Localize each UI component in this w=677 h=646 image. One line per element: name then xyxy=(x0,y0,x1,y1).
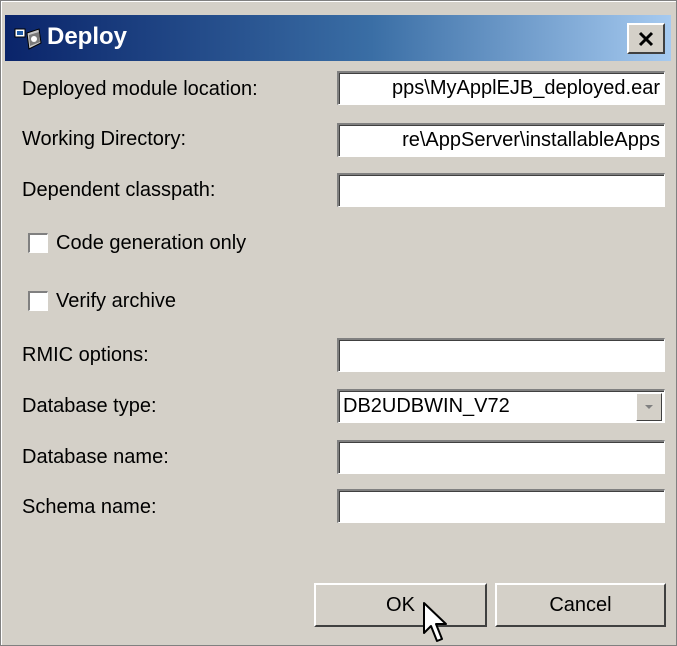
cancel-button[interactable]: Cancel xyxy=(495,583,666,627)
database-type-select[interactable]: DB2UDBWIN_V72 xyxy=(337,389,665,423)
deployed-module-location-label: Deployed module location: xyxy=(22,78,258,100)
chevron-down-icon xyxy=(645,405,653,409)
deploy-dialog: Deploy Deployed module location: pps\MyA… xyxy=(0,0,677,646)
working-directory-input[interactable]: re\AppServer\installableApps xyxy=(337,123,665,157)
verify-archive-label: Verify archive xyxy=(56,290,177,312)
code-generation-only-label: Code generation only xyxy=(56,232,247,254)
database-name-label: Database name: xyxy=(22,446,169,468)
ok-button[interactable]: OK xyxy=(314,583,487,627)
deployed-module-location-input[interactable]: pps\MyApplEJB_deployed.ear xyxy=(337,71,665,105)
rmic-options-input[interactable] xyxy=(337,338,665,372)
close-icon xyxy=(638,31,654,46)
schema-name-label: Schema name: xyxy=(22,496,157,518)
rmic-options-label: RMIC options: xyxy=(22,344,149,366)
deploy-icon xyxy=(14,28,42,50)
window-title: Deploy xyxy=(47,23,128,50)
schema-name-input[interactable] xyxy=(337,489,665,523)
title-bar[interactable]: Deploy xyxy=(5,15,671,61)
database-type-selected: DB2UDBWIN_V72 xyxy=(343,395,510,417)
database-type-label: Database type: xyxy=(22,395,157,417)
close-button[interactable] xyxy=(627,23,665,54)
verify-archive-checkbox[interactable] xyxy=(28,291,48,311)
database-name-input[interactable] xyxy=(337,440,665,474)
working-directory-label: Working Directory: xyxy=(22,128,187,150)
dependent-classpath-label: Dependent classpath: xyxy=(22,179,216,201)
dropdown-button[interactable] xyxy=(636,393,662,421)
mouse-cursor-icon xyxy=(423,602,447,642)
dependent-classpath-input[interactable] xyxy=(337,173,665,207)
code-generation-only-checkbox[interactable] xyxy=(28,233,48,253)
